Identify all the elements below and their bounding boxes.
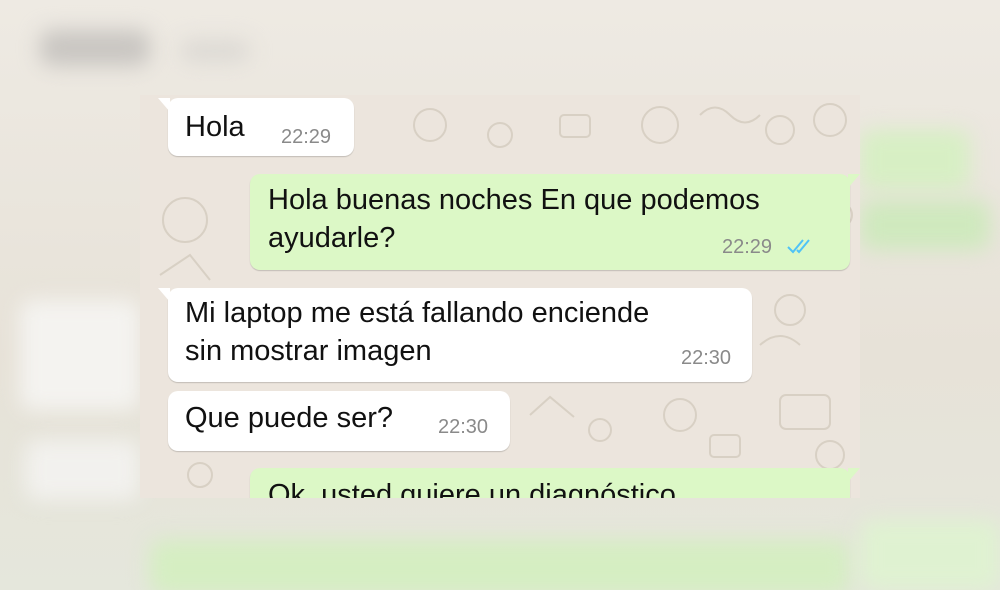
double-check-icon — [786, 238, 816, 258]
blurred-bubble-right-1 — [860, 130, 970, 190]
message-text: Hola buenas noches En que podemos ayudar… — [268, 184, 760, 254]
message-meta: 22:29 — [722, 237, 816, 258]
blurred-bubble-left-1 — [20, 300, 140, 410]
blurred-bubble-right-2 — [860, 200, 990, 250]
blurred-bubble-left-2 — [25, 440, 140, 500]
message-text: Hola — [185, 111, 245, 143]
message-bubble-outgoing[interactable]: Hola buenas noches En que podemos ayudar… — [250, 174, 860, 270]
message-timestamp: 22:29 — [281, 126, 332, 148]
blurred-bubble-bottom — [150, 540, 850, 590]
message-bubble-incoming[interactable]: Mi laptop me está fallando enciende sin … — [158, 288, 752, 382]
blurred-header-time — [180, 40, 250, 62]
blurred-bubble-bottom-right — [860, 520, 1000, 590]
bubble-tail — [158, 98, 170, 112]
message-timestamp: 22:29 — [722, 236, 773, 258]
message-text: Que puede ser? — [185, 402, 393, 434]
message-text: Mi laptop me está fallando enciende sin … — [185, 297, 650, 367]
message-timestamp: 22:30 — [438, 416, 489, 438]
message-bubble-outgoing[interactable]: Ok, usted quiere un diagnóstico — [250, 468, 860, 498]
blurred-header-text — [40, 30, 150, 66]
bubble-tail — [848, 174, 860, 188]
message-text: Ok, usted quiere un diagnóstico — [268, 479, 676, 498]
bubble-tail — [848, 468, 860, 482]
message-timestamp: 22:30 — [681, 347, 732, 369]
bubble-tail — [158, 288, 170, 302]
message-bubble-incoming[interactable]: Hola 22:29 — [158, 98, 354, 156]
message-bubble-incoming[interactable]: Que puede ser? 22:30 — [168, 391, 510, 451]
chat-panel: Hola 22:29 Hola buenas noches En que pod… — [140, 95, 860, 498]
